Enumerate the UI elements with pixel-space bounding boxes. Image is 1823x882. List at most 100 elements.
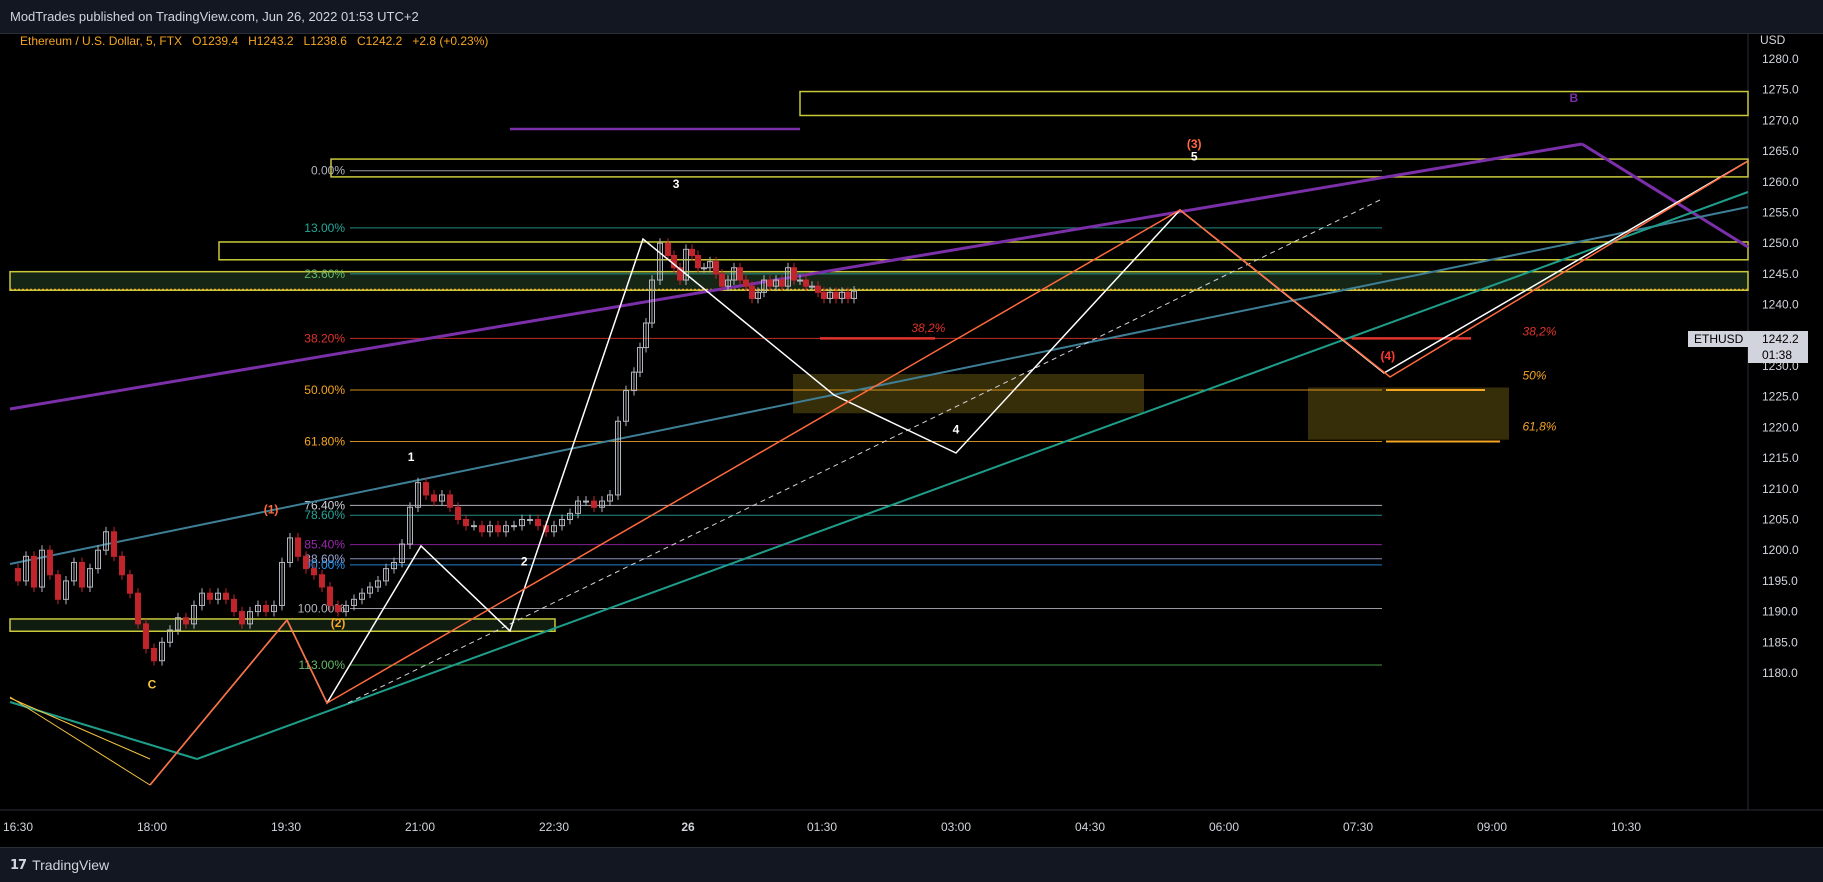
legend-close: C1242.2: [356, 34, 403, 48]
price-tick-label: 1225.0: [1762, 390, 1799, 404]
currency-label: USD: [1760, 34, 1786, 47]
candle-body: [583, 500, 589, 503]
candle-body: [431, 494, 437, 502]
wave-label: B: [1570, 91, 1579, 105]
price-axis-ticks: 1280.0 1275.0 1270.0 1265.0 1260.0 1255.0 1250…: [1762, 52, 1799, 680]
candle-body: [713, 261, 719, 275]
wave-label: 1: [408, 450, 415, 464]
candle-body: [749, 285, 755, 299]
candle-body: [303, 555, 309, 570]
last-price-countdown: 01:38: [1762, 348, 1792, 362]
price-tick-label: 1220.0: [1762, 420, 1799, 434]
candle-body: [779, 279, 785, 287]
candle-body: [821, 291, 827, 299]
resistance-zone-rect-mid: [330, 158, 1749, 178]
abc-leg: [9, 696, 151, 786]
ohlc-legend[interactable]: Ethereum / U.S. Dollar, 5, FTX O1239.4 H…: [20, 34, 488, 48]
price-tick-label: 1275.0: [1762, 83, 1799, 97]
target-zone-wave4: [793, 373, 1144, 414]
wave-label: (4): [1380, 349, 1395, 363]
time-tick-label: 18:00: [137, 820, 167, 834]
fib-level-label: 0.00%: [311, 164, 345, 178]
footer-bar: 17 TradingView: [0, 847, 1823, 882]
legend-open: O1239.4: [192, 34, 239, 48]
candle-body: [423, 482, 429, 496]
candle-body: [327, 586, 333, 606]
candle-body: [845, 291, 851, 299]
time-tick-label: 09:00: [1477, 820, 1507, 834]
candle-body: [207, 592, 213, 600]
candle-body: [511, 525, 517, 528]
time-axis-ticks: 16:30 18:00 19:30 21:00 22:30 26 01:30 03:00 04:…: [3, 820, 1641, 834]
tradingview-wordmark: TradingView: [32, 857, 110, 873]
candle-body: [767, 279, 773, 287]
price-chart[interactable]: USD 0.00% 13.00% 23.60% 38.20% 50.00% 61.80% 7…: [0, 33, 1823, 844]
candle-body: [797, 279, 803, 282]
price-tick-label: 1265.0: [1762, 144, 1799, 158]
legend-symbol: Ethereum / U.S. Dollar, 5, FTX: [20, 34, 183, 48]
publisher-bar: ModTrades published on TradingView.com, …: [0, 0, 1823, 34]
candle-body: [79, 561, 85, 588]
candle-body: [263, 604, 269, 613]
candle-body: [527, 519, 533, 521]
candle-body: [833, 291, 839, 299]
candle-body: [135, 592, 141, 625]
last-price-symbol: ETHUSD: [1694, 332, 1744, 346]
last-price-value: 1242.2: [1762, 332, 1799, 346]
price-tick-label: 1210.0: [1762, 482, 1799, 496]
publisher-text: ModTrades published on TradingView.com, …: [10, 9, 419, 24]
candle-body: [223, 592, 229, 600]
candle-body: [231, 598, 237, 613]
candle-body: [447, 494, 453, 508]
candle-body: [127, 574, 133, 594]
candle-body: [319, 574, 325, 588]
candle-body: [335, 604, 341, 613]
impulse-wave-orange: [149, 160, 1749, 786]
fib-level-label: 23.60%: [304, 267, 345, 281]
price-tick-label: 1190.0: [1762, 605, 1798, 619]
price-tick-label: 1200.0: [1762, 543, 1799, 557]
price-tick-label: 1185.0: [1762, 635, 1798, 649]
price-tick-label: 1260.0: [1762, 175, 1799, 189]
time-tick-label: 07:30: [1343, 820, 1373, 834]
target-zone-wave4b: [1308, 387, 1509, 440]
candle-body: [791, 267, 797, 281]
time-tick-label: 03:00: [941, 820, 971, 834]
candle-body: [737, 267, 743, 281]
candle-body: [719, 273, 725, 287]
candle-body: [463, 519, 469, 527]
fib-level-label: 85.40%: [304, 538, 345, 552]
waves-layer[interactable]: [9, 160, 1749, 786]
tradingview-logo[interactable]: 17 TradingView: [10, 856, 109, 874]
time-tick-label: 10:30: [1611, 820, 1641, 834]
fib-level-label: 90.00%: [304, 558, 345, 572]
candle-body: [311, 568, 317, 576]
yellow-descending-line: [9, 697, 151, 760]
chart-area[interactable]: USD 0.00% 13.00% 23.60% 38.20% 50.00% 61.80% 7…: [0, 33, 1823, 844]
price-tick-label: 1195.0: [1762, 574, 1798, 588]
price-tick-label: 1245.0: [1762, 267, 1799, 281]
time-tick-label: 06:00: [1209, 820, 1239, 834]
wave-label: (3): [1187, 137, 1202, 151]
time-tick-label: 22:30: [539, 820, 569, 834]
candle-body: [743, 279, 749, 287]
fib-level-label: 61.80%: [304, 435, 345, 449]
price-tick-label: 1180.0: [1762, 666, 1798, 680]
price-tick-label: 1205.0: [1762, 513, 1799, 527]
time-tick-label: 04:30: [1075, 820, 1105, 834]
zone-percent-label: 50%: [1522, 369, 1546, 383]
price-tick-label: 1250.0: [1762, 236, 1799, 250]
candle-body: [295, 537, 301, 557]
time-tick-label: 01:30: [807, 820, 837, 834]
candle-body: [815, 285, 821, 293]
candle-body: [151, 647, 157, 662]
candle-body: [455, 506, 461, 521]
trendlines-layer[interactable]: [9, 127, 1749, 760]
resistance-zone-rect-top: [799, 90, 1749, 117]
candle-body: [239, 611, 245, 625]
zone-percent-label: 61,8%: [1522, 419, 1556, 433]
candle-body: [471, 525, 477, 528]
time-tick-label: 21:00: [405, 820, 435, 834]
price-tick-label: 1255.0: [1762, 206, 1799, 220]
time-tick-label: 26: [681, 820, 695, 834]
